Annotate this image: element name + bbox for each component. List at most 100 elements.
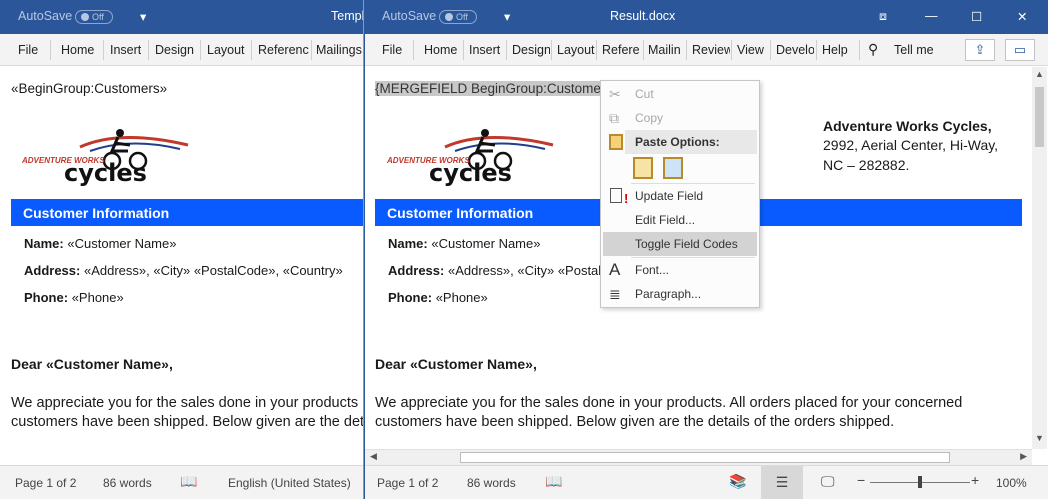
tab-developer[interactable]: Develo: [776, 43, 814, 57]
tab-design[interactable]: Design: [512, 43, 550, 57]
search-icon[interactable]: ⚲: [868, 41, 878, 58]
body-text-line-1: We appreciate you for the sales done in …: [375, 395, 963, 411]
adventure-works-logo: ADVENTURE WORKS cycles: [20, 125, 190, 187]
tab-insert[interactable]: Insert: [110, 43, 141, 57]
menu-item-cut[interactable]: ✂ Cut: [603, 82, 757, 106]
window-title: Templ: [331, 9, 364, 23]
tab-references[interactable]: Referenc: [258, 43, 310, 57]
body-text-line-1: We appreciate you for the sales done in …: [11, 395, 359, 411]
ribbon-tabs: File Home Insert Design Layout Refere Ma…: [365, 34, 1048, 66]
body-text-line-2: customers have been shipped. Below given…: [375, 414, 895, 430]
tab-layout[interactable]: Layout: [207, 43, 245, 57]
maximize-button[interactable]: ☐: [971, 9, 982, 24]
tab-insert[interactable]: Insert: [469, 43, 500, 57]
page-count[interactable]: Page 1 of 2: [377, 476, 438, 490]
tab-help[interactable]: Help: [822, 43, 848, 57]
scroll-down-arrow[interactable]: ▼: [1035, 433, 1044, 443]
menu-item-copy[interactable]: ⧉ Copy: [603, 106, 757, 130]
begin-group-field[interactable]: «BeginGroup:Customers»: [11, 81, 167, 96]
context-menu: ✂ Cut ⧉ Copy Paste Options: ! Update Fie…: [600, 80, 760, 308]
logo-text-bottom: cycles: [429, 159, 512, 187]
close-button[interactable]: ✕: [1017, 9, 1027, 24]
word-count[interactable]: 86 words: [467, 476, 516, 490]
tab-mailings[interactable]: Mailings: [316, 43, 362, 57]
title-bar: AutoSave Off ▾ Result.docx ⧈ — ☐ ✕: [365, 0, 1048, 34]
copy-icon: ⧉: [609, 110, 619, 126]
page-count[interactable]: Page 1 of 2: [15, 476, 76, 490]
tab-layout[interactable]: Layout: [557, 43, 595, 57]
zoom-level[interactable]: 100%: [996, 476, 1027, 490]
merge-field-code[interactable]: {MERGEFIELD BeginGroup:Customers: [375, 81, 613, 96]
tab-references[interactable]: Refere: [602, 43, 642, 57]
status-bar: Page 1 of 2 86 words 📖 📚 ☰ 🖵 − + 100%: [365, 465, 1048, 499]
scroll-right-arrow[interactable]: ▶: [1020, 451, 1027, 462]
customize-toolbar-icon[interactable]: ▾: [504, 9, 510, 24]
document-area[interactable]: «BeginGroup:Customers» ADVENTURE WORKS c…: [0, 67, 363, 464]
vertical-scrollbar[interactable]: ▲ ▼: [1032, 67, 1047, 449]
comments-button[interactable]: ▭: [1005, 39, 1035, 61]
paste-icon: [609, 134, 623, 150]
company-name: Adventure Works Cycles,: [823, 118, 992, 134]
autosave-label: AutoSave: [382, 9, 437, 23]
paste-picture[interactable]: [663, 157, 683, 179]
scroll-left-arrow[interactable]: ◀: [370, 451, 377, 462]
zoom-slider[interactable]: [870, 476, 970, 488]
scroll-up-arrow[interactable]: ▲: [1035, 69, 1044, 79]
adventure-works-logo: ADVENTURE WORKS cycles: [385, 125, 555, 187]
ribbon-display-icon[interactable]: ⧈: [879, 9, 887, 24]
tab-file[interactable]: File: [382, 43, 402, 57]
autosave-toggle[interactable]: Off: [439, 10, 477, 24]
proofing-icon[interactable]: 📖: [545, 473, 562, 490]
phone-line: Phone: «Phone»: [388, 290, 488, 305]
zoom-slider-thumb[interactable]: [918, 476, 922, 488]
tab-review[interactable]: Review: [692, 43, 730, 57]
company-address-line-2: NC – 282882.: [823, 157, 910, 173]
customize-toolbar-icon[interactable]: ▾: [140, 9, 146, 24]
h-scroll-thumb[interactable]: [460, 452, 950, 463]
tab-design[interactable]: Design: [155, 43, 194, 57]
company-address-line-1: 2992, Aerial Center, Hi-Way,: [823, 137, 999, 153]
menu-item-toggle-field-codes[interactable]: Toggle Field Codes: [603, 232, 757, 256]
greeting: Dear «Customer Name»,: [375, 356, 537, 372]
name-line: Name: «Customer Name»: [388, 236, 541, 251]
tab-file[interactable]: File: [18, 43, 38, 57]
tab-view[interactable]: View: [737, 43, 764, 57]
web-layout-icon[interactable]: 🖵: [821, 473, 835, 490]
window-title: Result.docx: [610, 9, 676, 23]
menu-item-paragraph[interactable]: ≣ Paragraph...: [603, 282, 757, 306]
horizontal-scrollbar[interactable]: ◀ ▶: [365, 449, 1032, 465]
address-line: Address: «Address», «City» «PostalCode»,…: [24, 263, 343, 278]
body-text-line-2: customers have been shipped. Below given…: [11, 414, 363, 430]
zoom-in-button[interactable]: +: [971, 472, 979, 488]
paragraph-icon: ≣: [609, 286, 621, 302]
tab-home[interactable]: Home: [61, 43, 94, 57]
name-line: Name: «Customer Name»: [24, 236, 177, 251]
autosave-label: AutoSave: [18, 9, 73, 23]
paste-keep-text-only[interactable]: [633, 157, 653, 179]
greeting: Dear «Customer Name»,: [11, 356, 173, 372]
minimize-button[interactable]: —: [925, 9, 938, 23]
zoom-out-button[interactable]: −: [857, 472, 865, 488]
scroll-thumb[interactable]: [1035, 87, 1044, 147]
tab-home[interactable]: Home: [424, 43, 457, 57]
menu-item-font[interactable]: A Font...: [603, 258, 757, 282]
menu-item-edit-field[interactable]: Edit Field...: [603, 208, 757, 232]
word-count[interactable]: 86 words: [103, 476, 152, 490]
autosave-toggle[interactable]: Off: [75, 10, 113, 24]
read-mode-icon[interactable]: 📚: [729, 473, 746, 490]
logo-text-bottom: cycles: [64, 159, 147, 187]
proofing-icon[interactable]: 📖: [180, 473, 197, 490]
tab-mailings[interactable]: Mailin: [648, 43, 684, 57]
tell-me-search[interactable]: Tell me: [894, 43, 934, 57]
language-indicator[interactable]: English (United States): [228, 476, 351, 490]
scissors-icon: ✂: [609, 86, 621, 102]
paste-options-header: Paste Options:: [625, 130, 757, 154]
address-line: Address: «Address», «City» «PostalC: [388, 263, 611, 278]
title-bar: AutoSave Off ▾ Templ: [0, 0, 363, 34]
update-field-icon: !: [610, 188, 628, 206]
font-icon: A: [609, 260, 621, 279]
customer-info-header: Customer Information: [11, 199, 363, 226]
menu-item-update-field[interactable]: ! Update Field: [603, 184, 757, 208]
print-layout-icon[interactable]: ☰: [761, 466, 803, 499]
share-button[interactable]: ⇪: [965, 39, 995, 61]
